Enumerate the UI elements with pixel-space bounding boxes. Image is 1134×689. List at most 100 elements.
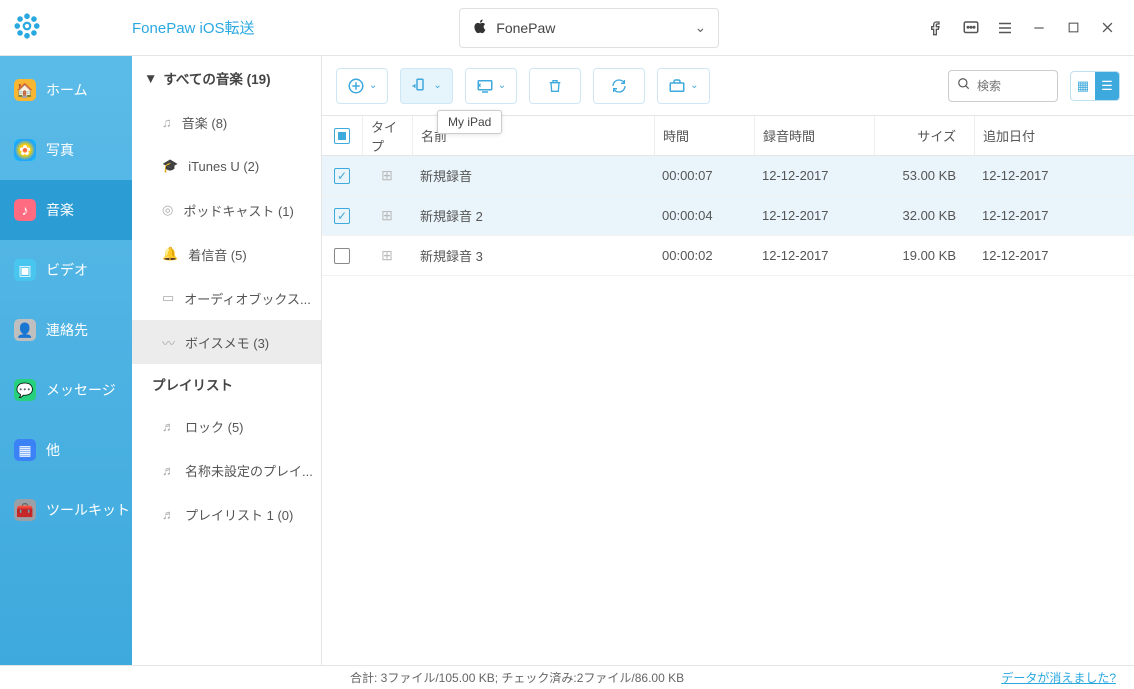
close-button[interactable] — [1094, 15, 1120, 41]
sub-item-itunesu[interactable]: 🎓iTunes U (2) — [132, 144, 321, 188]
delete-button[interactable] — [529, 68, 581, 104]
select-all-checkbox[interactable] — [334, 128, 350, 144]
col-recorded[interactable]: 録音時間 — [754, 116, 874, 155]
playlist-icon: ♬ — [162, 419, 175, 434]
graduation-icon: 🎓 — [162, 158, 178, 174]
col-duration[interactable]: 時間 — [654, 116, 754, 155]
subpanel: ▼ すべての音楽 (19) ♫音楽 (8) 🎓iTunes U (2) ◎ポッド… — [132, 56, 322, 665]
toolkit-icon: 🧰 — [14, 499, 36, 521]
sidebar-item-contacts[interactable]: 👤 連絡先 — [0, 300, 132, 360]
col-name[interactable]: 名前 — [412, 116, 654, 155]
cell-duration: 00:00:07 — [654, 168, 754, 183]
sub-item-podcast[interactable]: ◎ポッドキャスト (1) — [132, 188, 321, 232]
sub-item-playlist-1[interactable]: ♬プレイリスト 1 (0) — [132, 492, 321, 536]
sidebar-item-label: 他 — [46, 440, 60, 460]
cell-size: 32.00 KB — [874, 208, 974, 223]
subpanel-all-music[interactable]: ▼ すべての音楽 (19) — [132, 56, 321, 100]
photos-icon: ✿ — [14, 139, 36, 161]
col-added[interactable]: 追加日付 — [974, 116, 1134, 155]
sub-item-playlist-rock[interactable]: ♬ロック (5) — [132, 404, 321, 448]
row-checkbox[interactable] — [334, 208, 350, 224]
app-title: FonePaw iOS転送 — [132, 17, 255, 38]
sidebar: 🏠ホーム ✿写真 ♪音楽 ▣ビデオ 👤連絡先 💬メッセージ ▦他 🧰ツールキット — [0, 56, 132, 665]
feedback-icon[interactable] — [958, 15, 984, 41]
sub-item-voicememo[interactable]: 〰ボイスメモ (3) — [132, 320, 321, 364]
playlist-icon: ♬ — [162, 507, 175, 522]
cell-duration: 00:00:04 — [654, 208, 754, 223]
refresh-button[interactable] — [593, 68, 645, 104]
cell-name: 新規録音 3 — [412, 246, 654, 265]
status-summary: 合計: 3ファイル/105.00 KB; チェック済み:2ファイル/86.00 … — [0, 669, 684, 686]
sidebar-item-messages[interactable]: 💬 メッセージ — [0, 360, 132, 420]
book-icon: ▭ — [162, 290, 174, 306]
sidebar-item-home[interactable]: 🏠ホーム — [0, 60, 132, 120]
contacts-icon: 👤 — [14, 319, 36, 341]
maximize-button[interactable] — [1060, 15, 1086, 41]
list-view-button[interactable]: ☰ — [1095, 72, 1119, 100]
menu-icon[interactable] — [992, 15, 1018, 41]
sidebar-item-music[interactable]: ♪ 音楽 — [0, 180, 132, 240]
chevron-down-icon: ⌄ — [498, 80, 506, 91]
table-body: ⊞新規録音00:00:0712-12-201753.00 KB12-12-201… — [322, 156, 1134, 665]
cell-name: 新規録音 2 — [412, 206, 654, 225]
table-row[interactable]: ⊞新規録音 300:00:0212-12-201719.00 KB12-12-2… — [322, 236, 1134, 276]
table-row[interactable]: ⊞新規録音00:00:0712-12-201753.00 KB12-12-201… — [322, 156, 1134, 196]
chevron-down-icon: ⌄ — [695, 19, 707, 36]
search-input[interactable] — [977, 79, 1037, 93]
sidebar-item-photos[interactable]: ✿ 写真 — [0, 120, 132, 180]
apple-icon — [472, 18, 488, 37]
toolbox-button[interactable]: ⌄ — [657, 68, 709, 104]
sidebar-item-label: 連絡先 — [46, 320, 88, 340]
row-checkbox[interactable] — [334, 248, 350, 264]
table-row[interactable]: ⊞新規録音 200:00:0412-12-201732.00 KB12-12-2… — [322, 196, 1134, 236]
export-device-button[interactable]: ⌄ — [400, 68, 452, 104]
sidebar-item-toolkit[interactable]: 🧰ツールキット — [0, 480, 132, 540]
subpanel-playlists-header: プレイリスト — [132, 364, 321, 404]
toolbar: ⌄ ⌄ ⌄ ⌄ ▦ ☰ My iPad — [322, 56, 1134, 116]
apps-icon: ▦ — [14, 439, 36, 461]
app-logo-icon — [14, 13, 40, 42]
sidebar-item-other[interactable]: ▦他 — [0, 420, 132, 480]
col-size[interactable]: サイズ — [874, 116, 974, 155]
search-icon — [957, 77, 971, 94]
minimize-button[interactable] — [1026, 15, 1052, 41]
data-lost-link[interactable]: データが消えました? — [1001, 669, 1134, 686]
music-icon: ♪ — [14, 199, 36, 221]
waveform-icon: 〰 — [162, 333, 175, 352]
sidebar-item-label: 写真 — [46, 140, 74, 160]
filetype-icon: ⊞ — [381, 207, 393, 224]
filetype-icon: ⊞ — [381, 167, 393, 184]
cell-size: 19.00 KB — [874, 248, 974, 263]
table-header: タイプ 名前 時間 録音時間 サイズ 追加日付 — [322, 116, 1134, 156]
sub-item-music[interactable]: ♫音楽 (8) — [132, 100, 321, 144]
device-name: FonePaw — [496, 20, 555, 36]
sidebar-item-label: ビデオ — [46, 260, 88, 280]
sub-item-ringtone[interactable]: 🔔着信音 (5) — [132, 232, 321, 276]
sidebar-item-label: 音楽 — [46, 200, 74, 220]
device-dropdown[interactable]: FonePaw ⌄ — [459, 8, 719, 48]
messages-icon: 💬 — [14, 379, 36, 401]
chevron-down-icon: ⌄ — [690, 80, 698, 91]
cell-duration: 00:00:02 — [654, 248, 754, 263]
chevron-down-icon: ⌄ — [433, 80, 441, 91]
cell-recorded: 12-12-2017 — [754, 208, 874, 223]
view-toggle: ▦ ☰ — [1070, 71, 1120, 101]
search-box[interactable] — [948, 70, 1058, 102]
col-type[interactable]: タイプ — [362, 116, 412, 155]
row-checkbox[interactable] — [334, 168, 350, 184]
sidebar-item-label: メッセージ — [46, 380, 116, 400]
cell-date: 12-12-2017 — [974, 168, 1134, 183]
add-button[interactable]: ⌄ — [336, 68, 388, 104]
cell-name: 新規録音 — [412, 166, 654, 185]
sub-item-audiobook[interactable]: ▭オーディオブックス... — [132, 276, 321, 320]
sidebar-item-videos[interactable]: ▣ビデオ — [0, 240, 132, 300]
export-pc-button[interactable]: ⌄ — [465, 68, 517, 104]
cell-size: 53.00 KB — [874, 168, 974, 183]
playlist-icon: ♬ — [162, 463, 175, 478]
sub-item-playlist-untitled[interactable]: ♬名称未設定のプレイ... — [132, 448, 321, 492]
filetype-icon: ⊞ — [381, 247, 393, 264]
grid-view-button[interactable]: ▦ — [1071, 72, 1095, 100]
facebook-icon[interactable] — [924, 15, 950, 41]
cell-recorded: 12-12-2017 — [754, 248, 874, 263]
home-icon: 🏠 — [14, 79, 36, 101]
